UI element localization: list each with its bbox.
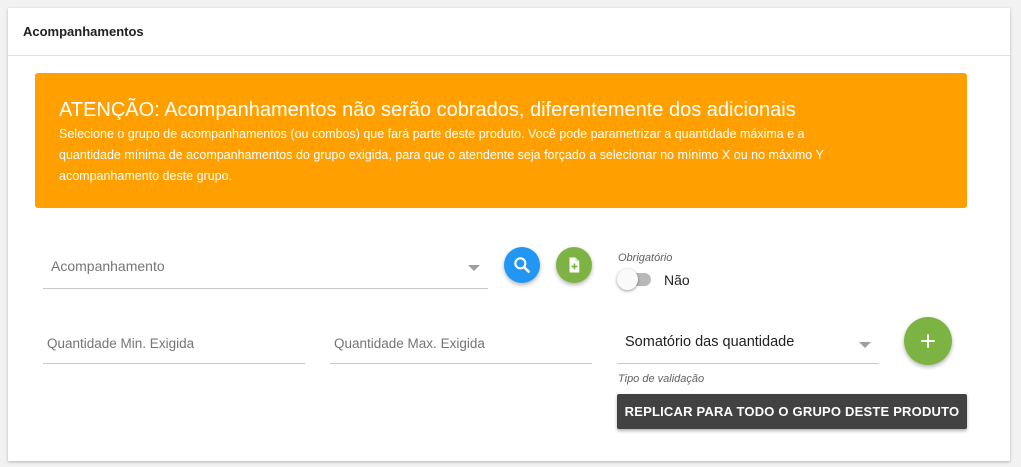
- tipo-validacao-helper: Tipo de validação: [618, 373, 705, 385]
- warning-alert: ATENÇÃO: Acompanhamentos não serão cobra…: [35, 73, 967, 208]
- alert-text-line: acompanhamento deste grupo.: [59, 169, 233, 183]
- alert-text: Selecione o grupo de acompanhamentos (ou…: [59, 124, 943, 187]
- chevron-down-icon: [468, 265, 480, 271]
- quantidade-max-input[interactable]: Quantidade Max. Exigida: [330, 322, 592, 364]
- card-title: Acompanhamentos: [23, 24, 144, 39]
- tipo-validacao-value: Somatório das quantidade: [625, 334, 795, 350]
- add-document-icon: [569, 257, 580, 273]
- obrigatorio-label: Obrigatório: [618, 252, 673, 264]
- obrigatorio-toggle[interactable]: [617, 269, 657, 291]
- toggle-knob: [617, 269, 638, 290]
- search-icon: [514, 257, 530, 273]
- obrigatorio-state: Não: [664, 272, 690, 288]
- add-button[interactable]: [904, 317, 952, 365]
- add-acompanhamento-button[interactable]: [556, 247, 592, 283]
- alert-text-line: Selecione o grupo de acompanhamentos (ou…: [59, 127, 805, 141]
- acompanhamento-select[interactable]: Acompanhamento: [43, 247, 488, 289]
- chevron-down-icon: [859, 342, 871, 348]
- quantidade-max-placeholder: Quantidade Max. Exigida: [334, 336, 485, 351]
- card-header: Acompanhamentos: [8, 8, 1010, 56]
- search-button[interactable]: [504, 247, 540, 283]
- tipo-validacao-select[interactable]: Somatório das quantidade: [617, 322, 879, 364]
- replicate-button[interactable]: REPLICAR PARA TODO O GRUPO DESTE PRODUTO: [617, 394, 967, 429]
- quantidade-min-placeholder: Quantidade Min. Exigida: [47, 336, 195, 351]
- alert-title: ATENÇÃO: Acompanhamentos não serão cobra…: [59, 99, 796, 121]
- acompanhamento-placeholder: Acompanhamento: [51, 258, 165, 274]
- alert-text-line: quantidade mínima de acompanhamentos do …: [59, 148, 824, 162]
- plus-icon: [921, 334, 935, 348]
- quantidade-min-input[interactable]: Quantidade Min. Exigida: [43, 322, 305, 364]
